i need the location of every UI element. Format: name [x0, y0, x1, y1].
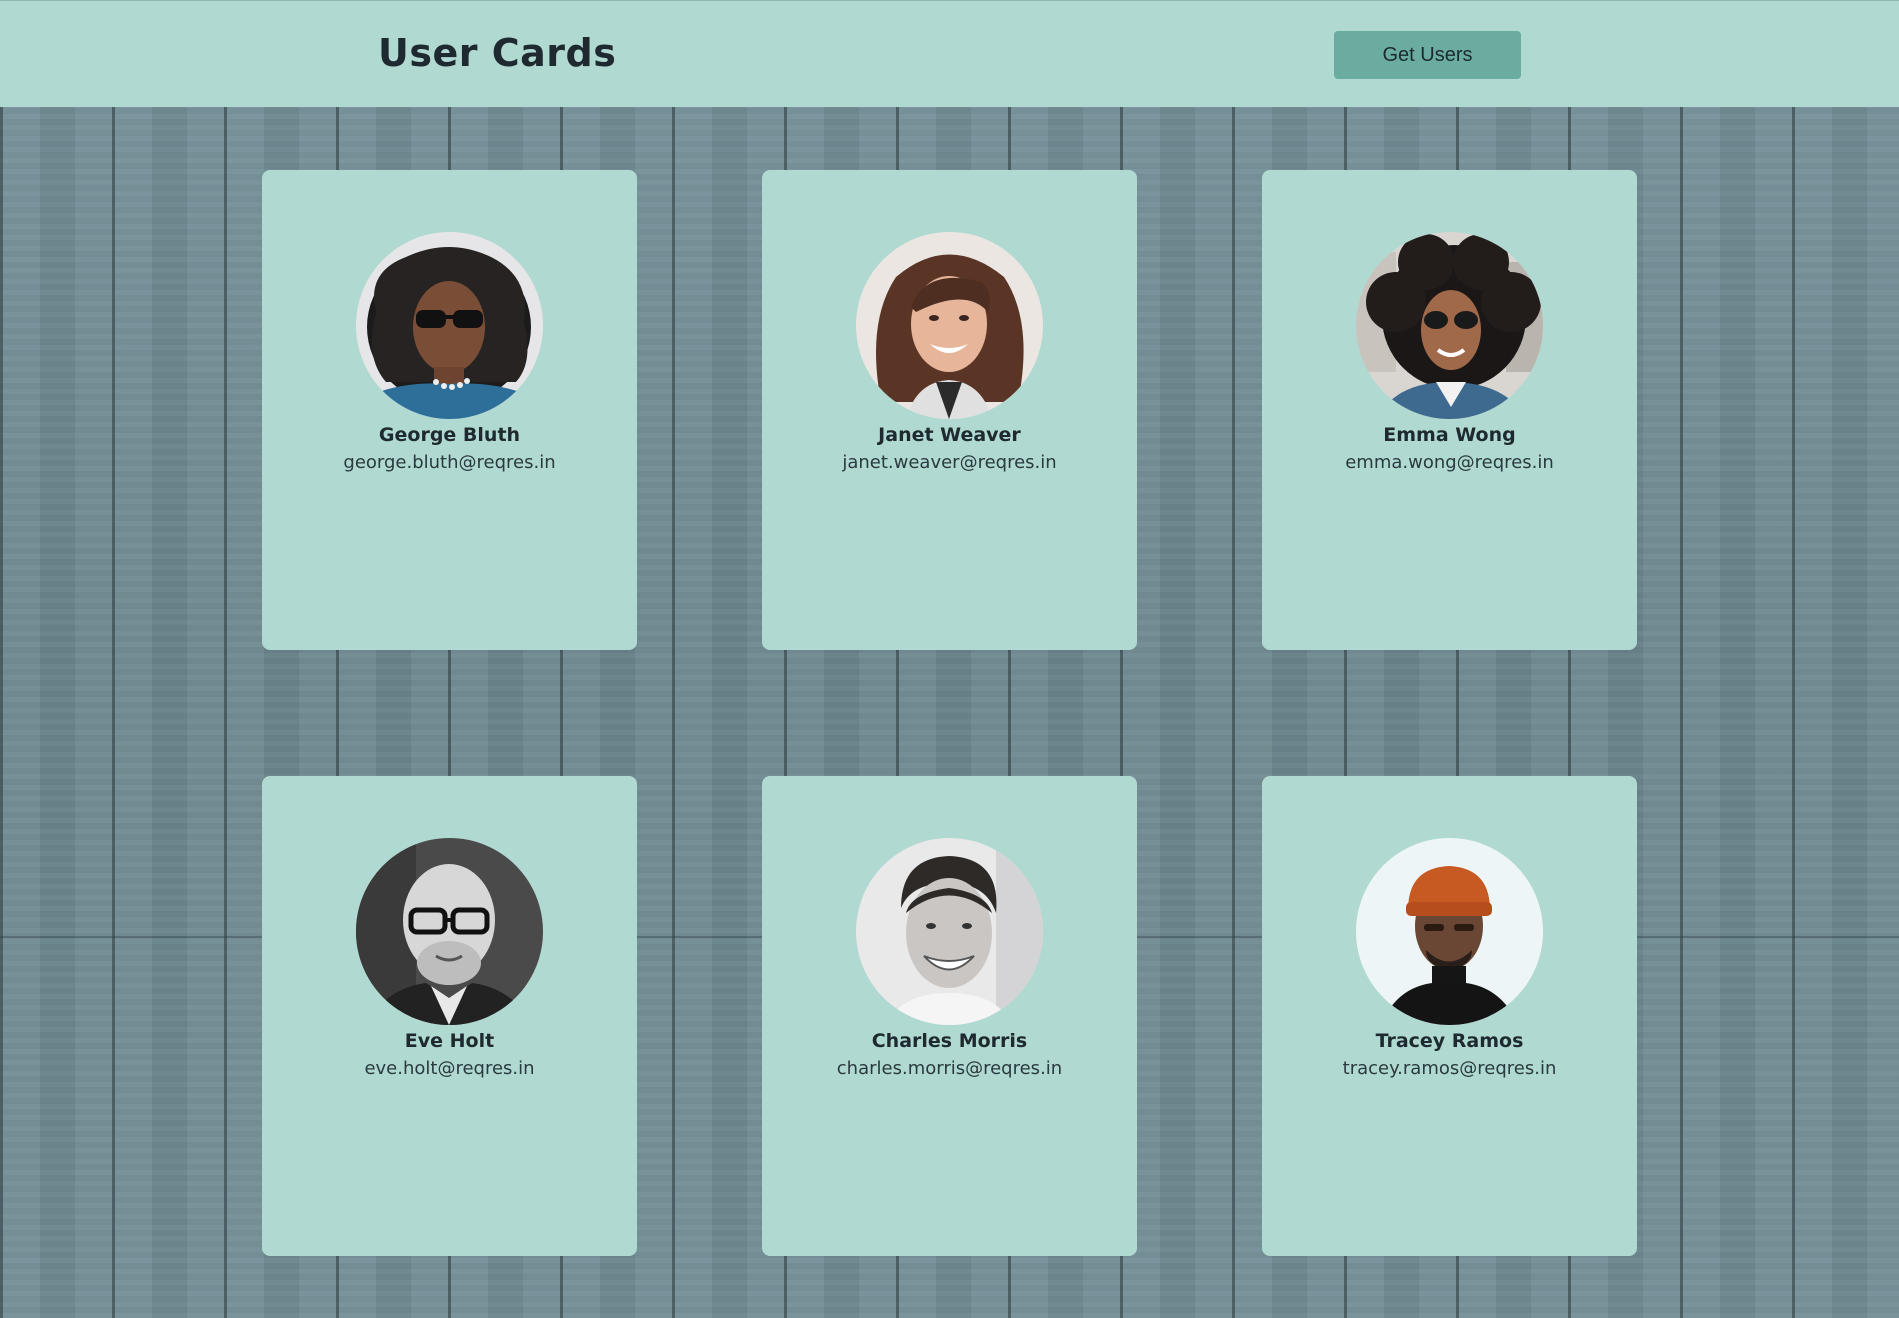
user-card: Emma Wong emma.wong@reqres.in — [1262, 170, 1637, 650]
user-card: Charles Morris charles.morris@reqres.in — [762, 776, 1137, 1256]
user-avatar — [356, 232, 543, 419]
user-name: Tracey Ramos — [1375, 1030, 1524, 1052]
page-title: User Cards — [378, 31, 617, 75]
user-email: janet.weaver@reqres.in — [842, 452, 1057, 473]
page-header: User Cards Get Users — [0, 0, 1899, 107]
user-name: Janet Weaver — [878, 424, 1021, 446]
user-name: Charles Morris — [871, 1030, 1028, 1052]
user-email: george.bluth@reqres.in — [343, 452, 556, 473]
user-card: Janet Weaver janet.weaver@reqres.in — [762, 170, 1137, 650]
user-email: eve.holt@reqres.in — [364, 1058, 535, 1079]
user-avatar — [1356, 838, 1543, 1025]
user-card: George Bluth george.bluth@reqres.in — [262, 170, 637, 650]
user-card: Tracey Ramos tracey.ramos@reqres.in — [1262, 776, 1637, 1256]
get-users-button[interactable]: Get Users — [1334, 31, 1521, 79]
user-card: Eve Holt eve.holt@reqres.in — [262, 776, 637, 1256]
user-name: Emma Wong — [1383, 424, 1516, 446]
user-avatar — [1356, 232, 1543, 419]
user-name: George Bluth — [378, 424, 521, 446]
user-email: emma.wong@reqres.in — [1345, 452, 1554, 473]
user-name: Eve Holt — [404, 1030, 495, 1052]
user-email: tracey.ramos@reqres.in — [1342, 1058, 1557, 1079]
user-email: charles.morris@reqres.in — [836, 1058, 1063, 1079]
user-avatar — [856, 838, 1043, 1025]
user-avatar — [856, 232, 1043, 419]
user-avatar — [356, 838, 543, 1025]
